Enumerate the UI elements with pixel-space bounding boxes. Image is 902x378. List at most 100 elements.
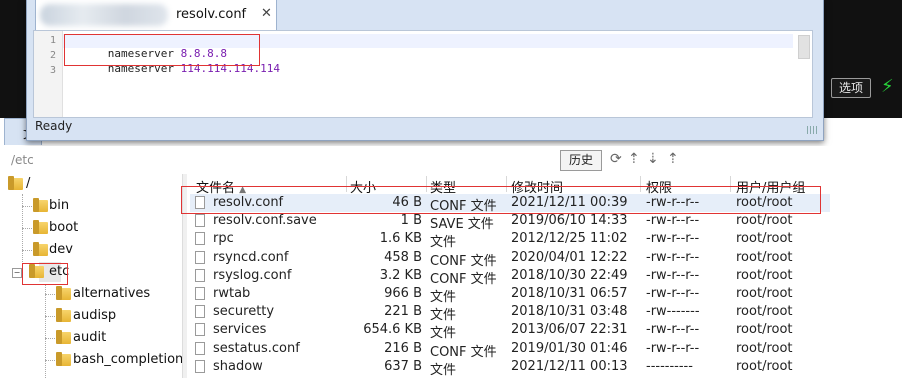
tree-item-audit[interactable]: audit [0,328,182,350]
cell-type: 文件 [430,308,457,324]
cell-name: sestatus.conf [213,340,300,356]
folder-icon [8,176,23,190]
tree-item-dev[interactable]: dev [0,240,182,262]
tree-item-label: bash_completion [73,352,184,367]
tree-item-label: / [26,176,31,191]
cell-size: 458 B [384,249,422,265]
cell-size: 221 B [384,304,422,320]
file-row[interactable]: sestatus.conf 216 B CONF 文件 2019/01/30 01:4… [190,340,830,360]
editor-window: resolv.conf ✕ 1 2 3 nameserver 8.8.8.8 n… [26,0,824,141]
history-button[interactable]: 历史 [560,150,602,171]
tree-item-label: dev [49,242,73,257]
cell-size: 637 B [384,358,422,374]
tree-item-label: bin [49,198,70,213]
file-row[interactable]: shadow 637 B 文件 2021/12/11 00:13 ---------- r… [190,358,830,378]
cell-type: 文件 [430,362,457,378]
cell-name: rpc [213,231,234,247]
close-icon[interactable]: ✕ [261,6,272,21]
scrollbar[interactable] [798,35,810,59]
cell-owner: root/root [736,358,793,374]
editor-tabbar: resolv.conf ✕ [27,0,823,30]
cell-size: 966 B [384,286,422,301]
folder-icon [33,220,48,234]
parent-dir-icon[interactable]: ⇡ [667,151,679,167]
cell-perm: ---------- [646,358,693,374]
file-icon [195,341,205,355]
path-input[interactable]: /etc [11,153,34,167]
tree-guide [22,206,32,207]
options-button[interactable]: 选项 [831,78,871,98]
tree-item-bash-completion[interactable]: bash_completion [0,350,184,372]
file-row[interactable]: securetty 221 B 文件 2018/10/31 03:48 -rw-----… [190,303,830,324]
tree-item-label: audit [73,330,107,345]
tree-item-boot[interactable]: boot [0,218,182,240]
cell-type: 文件 [430,235,457,251]
tree-guide [45,360,55,361]
collapse-icon[interactable]: − [12,268,22,278]
folder-icon [56,330,71,344]
tree-item-root[interactable]: / [0,174,182,196]
cell-perm: -rw-r--r-- [646,322,700,338]
cell-type: CONF 文件 [430,253,497,269]
cell-perm: -rw-r--r-- [646,267,700,283]
file-icon [195,287,205,300]
cell-mtime: 2019/06/10 14:33 [511,213,628,229]
cell-type: CONF 文件 [430,271,497,287]
file-row[interactable]: rsyncd.conf 458 B CONF 文件 2020/04/01 12:22 -… [190,249,830,269]
file-icon [195,323,205,337]
cell-type: 文件 [430,290,457,305]
line-number: 1 [49,35,56,46]
folder-icon [56,352,71,366]
code-editor[interactable]: 1 2 3 nameserver 8.8.8.8 nameserver 114.… [33,30,813,118]
status-text: Ready [35,119,73,133]
cell-mtime: 2020/04/01 12:22 [511,249,628,265]
cell-size: 1 B [400,213,422,229]
tree-item-label: alternatives [73,286,151,301]
upload-icon[interactable]: ⇡ [628,151,640,167]
cell-owner: root/root [736,304,793,320]
file-row[interactable]: rwtab 966 B 文件 2018/10/31 06:57 -rw-r--r-- ro… [190,285,830,305]
cell-mtime: 2018/10/31 03:48 [511,304,628,320]
cell-mtime: 2021/12/11 00:13 [511,358,628,374]
cell-owner: root/root [736,322,793,338]
redacted-path [40,4,168,26]
file-row[interactable]: rpc 1.6 KB 文件 2012/12/25 11:02 -rw-r--r-- roo… [190,230,830,251]
folder-icon [33,198,48,212]
cell-perm: -rw-r--r-- [646,340,700,356]
tree-guide [22,250,32,251]
file-row[interactable]: rsyslog.conf 3.2 KB CONF 文件 2018/10/30 22:4… [190,267,830,287]
cell-mtime: 2013/06/07 22:31 [511,322,628,338]
cell-type: CONF 文件 [430,344,497,360]
file-icon [195,305,205,319]
cell-perm: -rw-r--r-- [646,213,700,229]
tree-item-bin[interactable]: bin [0,196,182,218]
refresh-icon[interactable]: ⟳ [610,151,622,167]
line-number: 3 [49,65,56,76]
tree-item-alternatives[interactable]: alternatives [0,284,182,306]
file-icon [195,359,205,373]
cell-mtime: 2018/10/31 06:57 [511,286,628,301]
cell-owner: root/root [736,231,793,247]
folder-icon [56,286,71,300]
cell-size: 654.6 KB [363,322,422,338]
cell-mtime: 2019/01/30 01:46 [511,340,628,356]
cell-name: resolv.conf.save [213,213,317,229]
file-row[interactable]: services 654.6 KB 文件 2013/06/07 22:31 -rw-r-… [190,321,830,342]
download-icon[interactable]: ⇣ [647,151,659,167]
cell-type: 文件 [430,326,457,342]
editor-tab[interactable]: resolv.conf ✕ [35,0,277,30]
resize-grip[interactable] [807,126,817,134]
file-row[interactable]: resolv.conf.save 1 B SAVE 文件 2019/06/10 14:… [190,212,830,232]
cell-name: shadow [213,358,263,374]
bolt-icon[interactable]: ⚡ [881,76,894,97]
cell-size: 3.2 KB [379,267,422,283]
tree-item-audisp[interactable]: audisp [0,306,182,328]
tree-guide [45,338,55,339]
folder-icon [56,308,71,322]
cell-name: rsyslog.conf [213,267,292,283]
annotation-box [181,186,821,214]
path-bar: /etc 历史 ⟳ ⇡ ⇣ ⇡ [0,146,902,174]
cell-owner: root/root [736,340,793,356]
file-icon [195,232,205,246]
file-icon [195,250,205,264]
